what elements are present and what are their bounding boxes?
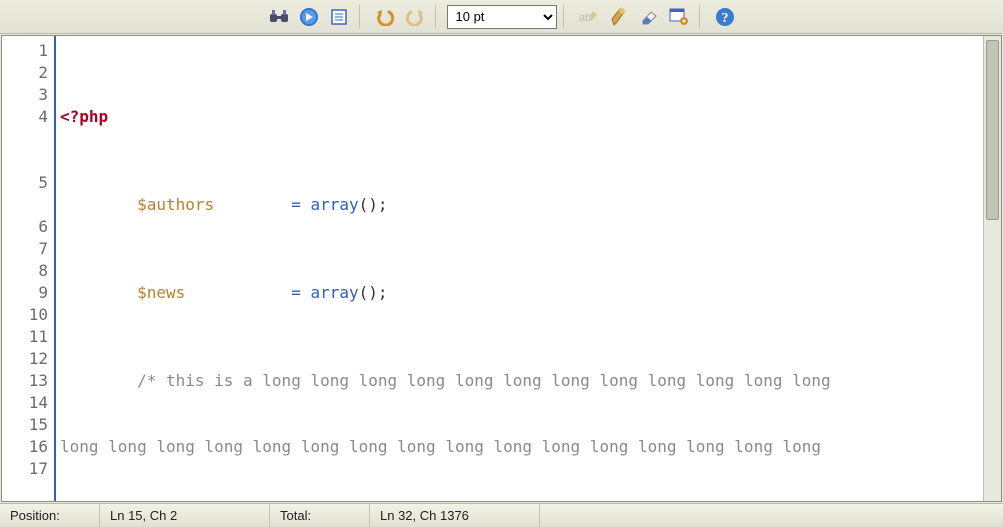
toolbar-separator <box>563 5 569 29</box>
code-line-wrap: long long long long long long long long … <box>60 436 983 458</box>
code-line: $news = array(); <box>60 282 983 304</box>
line-number: 2 <box>2 62 48 84</box>
status-position-label: Position: <box>0 504 100 527</box>
undo-icon <box>375 8 395 26</box>
line-number: 3 <box>2 84 48 106</box>
line-number: 14 <box>2 392 48 414</box>
line-number-gutter: 1234567891011121314151617 <box>2 36 56 501</box>
binoculars-icon <box>269 8 289 26</box>
line-number: 9 <box>2 282 48 304</box>
svg-text:?: ? <box>721 11 728 26</box>
svg-text:ab: ab <box>579 12 591 24</box>
highlight-button: ab <box>575 3 603 31</box>
line-number: 13 <box>2 370 48 392</box>
line-number: 10 <box>2 304 48 326</box>
arrow-right-circle-icon <box>299 7 319 27</box>
status-bar: Position: Ln 15, Ch 2 Total: Ln 32, Ch 1… <box>0 503 1003 527</box>
undo-button[interactable] <box>371 3 399 31</box>
window-gear-icon <box>669 8 689 26</box>
redo-button <box>401 3 429 31</box>
line-number: 15 <box>2 414 48 436</box>
find-button[interactable] <box>265 3 293 31</box>
code-area[interactable]: <?php $authors = array(); $news = array(… <box>56 36 983 501</box>
line-number: 16 <box>2 436 48 458</box>
scroll-thumb[interactable] <box>986 40 999 220</box>
highlight-icon: ab <box>579 9 599 25</box>
status-position-value: Ln 15, Ch 2 <box>100 504 270 527</box>
line-number: 7 <box>2 238 48 260</box>
code-editor[interactable]: 1234567891011121314151617 <?php $authors… <box>1 35 1002 502</box>
code-line: $authors = array(); <box>60 194 983 216</box>
line-number: 4 <box>2 106 48 128</box>
toolbar-separator <box>435 5 441 29</box>
line-number: 6 <box>2 216 48 238</box>
toolbar-separator <box>699 5 705 29</box>
line-number: 8 <box>2 260 48 282</box>
toolbar-separator <box>359 5 365 29</box>
settings-button[interactable] <box>665 3 693 31</box>
eraser-icon <box>639 9 659 25</box>
line-number: 1 <box>2 40 48 62</box>
brush-button[interactable] <box>605 3 633 31</box>
help-button[interactable]: ? <box>711 3 739 31</box>
brush-icon <box>610 7 628 27</box>
toolbar: 10 pt ab ? <box>0 0 1003 34</box>
vertical-scrollbar[interactable] <box>983 36 1001 501</box>
document-icon <box>330 8 348 26</box>
line-number: 11 <box>2 326 48 348</box>
eraser-button[interactable] <box>635 3 663 31</box>
help-icon: ? <box>715 7 735 27</box>
code-line: <?php <box>60 106 983 128</box>
status-total-value: Ln 32, Ch 1376 <box>370 504 540 527</box>
redo-icon <box>405 8 425 26</box>
line-number: 17 <box>2 458 48 480</box>
code-line: /* this is a long long long long long lo… <box>60 370 983 392</box>
status-total-label: Total: <box>270 504 370 527</box>
line-number: 12 <box>2 348 48 370</box>
go-button[interactable] <box>295 3 323 31</box>
font-size-select[interactable]: 10 pt <box>447 5 557 29</box>
line-number: 5 <box>2 172 48 194</box>
document-button[interactable] <box>325 3 353 31</box>
